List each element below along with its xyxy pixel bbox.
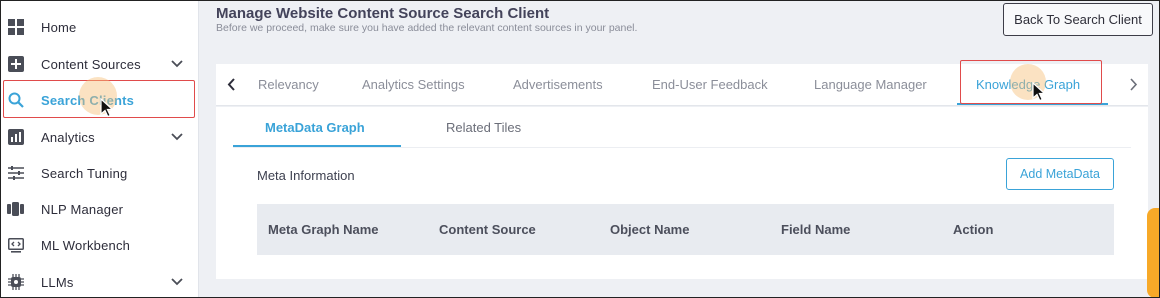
column-header: Meta Graph Name [268,222,379,237]
column-header: Object Name [610,222,690,237]
subtab-related-tiles[interactable]: Related Tiles [446,120,521,135]
knowledge-graph-panel: MetaData Graph Related Tiles Meta Inform… [216,107,1148,279]
active-subtab-underline [233,145,401,147]
sliders-icon [7,165,24,182]
sidebar: Home Content Sources Search Clients Anal… [0,0,199,298]
section-title: Meta Information [257,168,355,183]
column-header: Content Source [439,222,536,237]
chevron-right-icon[interactable] [1126,76,1140,92]
mouse-pointer-icon [100,98,114,118]
tab-advertisements[interactable]: Advertisements [513,77,603,92]
sidebar-item-analytics[interactable]: Analytics [0,119,199,155]
column-header: Field Name [781,222,851,237]
sidebar-item-label: Search Tuning [41,165,128,181]
sidebar-item-label: NLP Manager [41,201,124,217]
sidebar-item-nlp-manager[interactable]: NLP Manager [0,191,199,227]
subtab-metadata-graph[interactable]: MetaData Graph [265,120,365,135]
plus-square-icon [7,56,24,73]
tab-end-user-feedback[interactable]: End-User Feedback [652,77,768,92]
add-metadata-button[interactable]: Add MetaData [1006,158,1114,190]
chevron-down-icon[interactable] [170,275,184,289]
home-grid-icon [7,19,24,36]
column-header: Action [953,222,994,237]
subtab-divider [233,147,1131,148]
sidebar-item-ml-workbench[interactable]: ML Workbench [0,227,199,263]
llm-chip-icon [7,274,24,291]
sidebar-item-label: LLMs [41,274,74,290]
sidebar-item-label: Home [41,19,77,35]
page-subtitle: Before we proceed, make sure you have ad… [216,22,638,34]
sidebar-item-label: ML Workbench [41,237,131,253]
analytics-chart-icon [7,129,24,146]
feedback-side-tab[interactable] [1147,208,1160,298]
sidebar-item-llms[interactable]: LLMs [0,264,199,298]
sidebar-item-label: Analytics [41,129,95,145]
nlp-icon [7,201,24,218]
sidebar-item-search-tuning[interactable]: Search Tuning [0,155,199,191]
mouse-pointer-icon [1032,82,1046,102]
chevron-down-icon[interactable] [170,57,184,71]
chevron-down-icon[interactable] [170,130,184,144]
table-header: Meta Graph Name Content Source Object Na… [257,204,1114,255]
tab-analytics-settings[interactable]: Analytics Settings [362,77,465,92]
tab-relevancy[interactable]: Relevancy [258,77,319,92]
back-to-search-client-button[interactable]: Back To Search Client [1003,3,1153,36]
code-monitor-icon [7,237,24,254]
chevron-left-icon[interactable] [224,76,238,92]
page-title: Manage Website Content Source Search Cli… [216,5,550,22]
tab-language-manager[interactable]: Language Manager [814,77,927,92]
sidebar-item-label: Content Sources [41,56,141,72]
sidebar-item-home[interactable]: Home [0,9,199,45]
